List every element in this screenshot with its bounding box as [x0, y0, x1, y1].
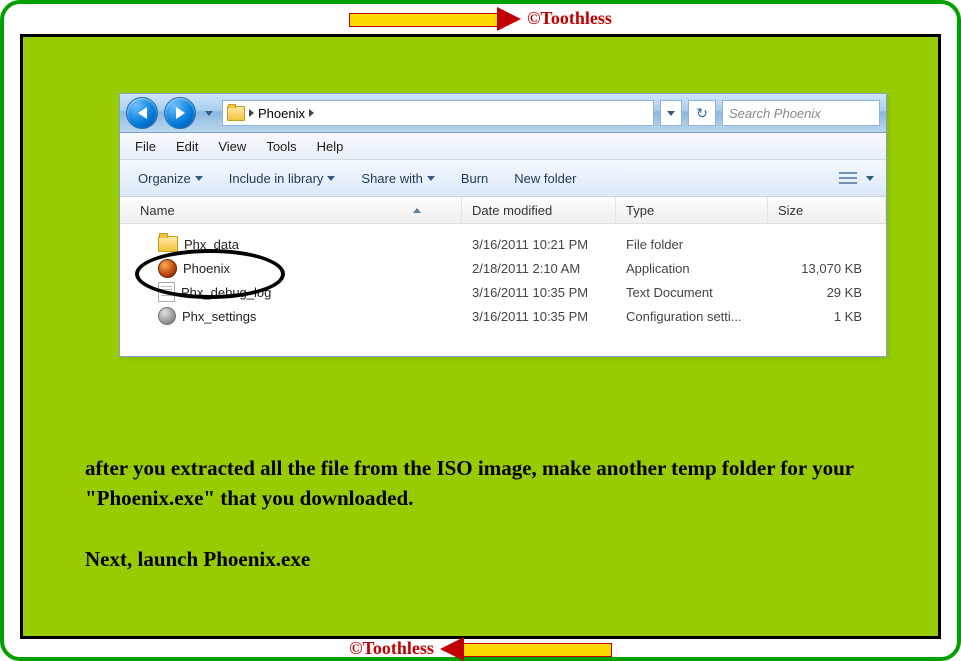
view-mode-button[interactable] [836, 167, 860, 189]
menu-file[interactable]: File [126, 136, 165, 157]
watermark-top: ©Toothless [4, 8, 957, 29]
address-bar[interactable]: Phoenix [222, 100, 654, 126]
search-placeholder: Search Phoenix [729, 106, 821, 121]
include-library-button[interactable]: Include in library [223, 167, 342, 190]
watermark-text: ©Toothless [349, 638, 434, 659]
arrow-right-icon [349, 10, 519, 28]
watermark-text: ©Toothless [527, 8, 612, 29]
chevron-right-icon [309, 109, 314, 117]
folder-icon [227, 106, 245, 121]
file-type: File folder [616, 237, 768, 252]
file-row[interactable]: Phoenix 2/18/2011 2:10 AM Application 13… [120, 256, 886, 280]
menu-tools[interactable]: Tools [257, 136, 305, 157]
instructions-text: after you extracted all the file from th… [85, 453, 878, 604]
nav-bar: Phoenix ↻ Search Phoenix [120, 94, 886, 133]
menu-bar: File Edit View Tools Help [120, 133, 886, 160]
address-expand[interactable] [660, 100, 682, 126]
instruction-line-1: after you extracted all the file from th… [85, 453, 878, 514]
address-folder: Phoenix [258, 106, 305, 121]
menu-edit[interactable]: Edit [167, 136, 207, 157]
file-date: 3/16/2011 10:35 PM [462, 285, 616, 300]
file-row[interactable]: Phx_settings 3/16/2011 10:35 PM Configur… [120, 304, 886, 328]
content-frame: Phoenix ↻ Search Phoenix File Edit View … [20, 34, 941, 639]
file-type: Text Document [616, 285, 768, 300]
back-button[interactable] [126, 97, 158, 129]
chevron-down-icon [195, 176, 203, 181]
file-name: Phoenix [183, 261, 230, 276]
file-name: Phx_data [184, 237, 239, 252]
file-row[interactable]: Phx_debug_log 3/16/2011 10:35 PM Text Do… [120, 280, 886, 304]
refresh-button[interactable]: ↻ [688, 100, 716, 126]
arrow-left-icon [442, 640, 612, 658]
file-name: Phx_settings [182, 309, 256, 324]
view-options [836, 167, 874, 189]
chevron-right-icon [249, 109, 254, 117]
column-headers: Name Date modified Type Size [120, 197, 886, 224]
text-file-icon [158, 282, 175, 302]
menu-view[interactable]: View [209, 136, 255, 157]
explorer-window: Phoenix ↻ Search Phoenix File Edit View … [119, 93, 887, 357]
organize-button[interactable]: Organize [132, 167, 209, 190]
chevron-down-icon [327, 176, 335, 181]
share-button[interactable]: Share with [355, 167, 440, 190]
instruction-line-2: Next, launch Phoenix.exe [85, 544, 878, 574]
file-list: Phx_data 3/16/2011 10:21 PM File folder … [120, 224, 886, 356]
column-date[interactable]: Date modified [462, 197, 616, 223]
chevron-down-icon[interactable] [866, 176, 874, 181]
column-size[interactable]: Size [768, 197, 886, 223]
file-type: Configuration setti... [616, 309, 768, 324]
file-name: Phx_debug_log [181, 285, 271, 300]
file-row[interactable]: Phx_data 3/16/2011 10:21 PM File folder [120, 232, 886, 256]
chevron-down-icon [427, 176, 435, 181]
config-icon [158, 307, 176, 325]
menu-help[interactable]: Help [308, 136, 353, 157]
watermark-bottom: ©Toothless [4, 638, 957, 659]
file-size: 13,070 KB [768, 261, 886, 276]
search-input[interactable]: Search Phoenix [722, 100, 880, 126]
new-folder-button[interactable]: New folder [508, 167, 582, 190]
sort-indicator-icon [413, 208, 421, 213]
file-size: 29 KB [768, 285, 886, 300]
history-dropdown[interactable] [202, 111, 216, 116]
file-date: 2/18/2011 2:10 AM [462, 261, 616, 276]
column-name[interactable]: Name [120, 197, 462, 223]
file-date: 3/16/2011 10:21 PM [462, 237, 616, 252]
burn-button[interactable]: Burn [455, 167, 494, 190]
page-frame: ©Toothless Phoenix ↻ Search Phoenix [0, 0, 961, 661]
toolbar: Organize Include in library Share with B… [120, 160, 886, 197]
file-date: 3/16/2011 10:35 PM [462, 309, 616, 324]
column-type[interactable]: Type [616, 197, 768, 223]
forward-button[interactable] [164, 97, 196, 129]
file-type: Application [616, 261, 768, 276]
folder-icon [158, 236, 178, 252]
application-icon [158, 259, 177, 278]
file-size: 1 KB [768, 309, 886, 324]
